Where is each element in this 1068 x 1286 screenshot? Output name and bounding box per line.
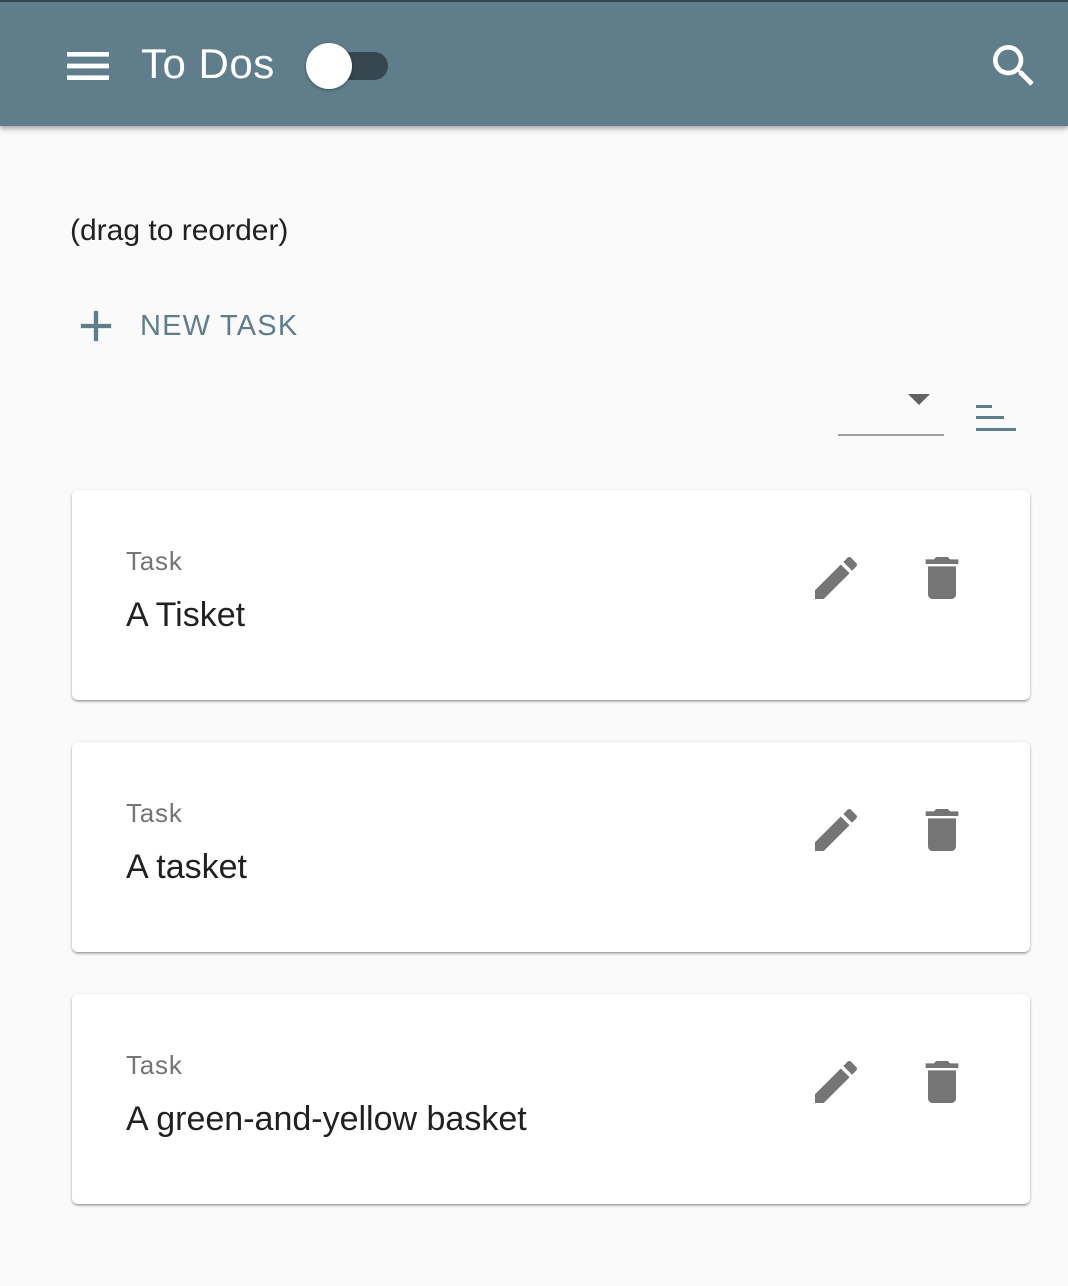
task-title: A Tisket — [126, 596, 246, 634]
delete-task-button[interactable] — [914, 550, 970, 606]
toggle-thumb — [306, 43, 352, 89]
sort-field-select[interactable] — [838, 382, 944, 436]
new-task-button[interactable]: NEW TASK — [70, 296, 312, 356]
trash-icon — [914, 1054, 970, 1110]
new-task-label: NEW TASK — [140, 309, 299, 342]
task-card[interactable]: Task A Tisket — [72, 490, 1030, 700]
delete-task-button[interactable] — [914, 1054, 970, 1110]
plus-icon — [70, 300, 122, 352]
task-title: A green-and-yellow basket — [126, 1100, 527, 1138]
search-button[interactable] — [986, 38, 1042, 94]
menu-icon — [60, 38, 116, 94]
search-icon — [986, 38, 1042, 94]
app-title: To Dos — [141, 40, 275, 87]
pencil-icon — [808, 550, 864, 606]
chevron-down-icon — [908, 394, 930, 405]
task-card[interactable]: Task A tasket — [72, 742, 1030, 952]
task-title: A tasket — [126, 848, 247, 886]
pencil-icon — [808, 1054, 864, 1110]
task-label: Task — [126, 1050, 183, 1080]
theme-toggle-switch[interactable] — [304, 42, 388, 90]
sort-icon — [970, 396, 1022, 444]
task-label: Task — [126, 546, 183, 576]
task-card[interactable]: Task A green-and-yellow basket — [72, 994, 1030, 1204]
edit-task-button[interactable] — [808, 1054, 864, 1110]
delete-task-button[interactable] — [914, 802, 970, 858]
pencil-icon — [808, 802, 864, 858]
trash-icon — [914, 550, 970, 606]
edit-task-button[interactable] — [808, 550, 864, 606]
app-bar: To Dos — [0, 0, 1068, 126]
trash-icon — [914, 802, 970, 858]
menu-button[interactable] — [60, 38, 116, 94]
sort-direction-button[interactable] — [970, 396, 1022, 444]
drag-hint: (drag to reorder) — [70, 214, 289, 247]
task-label: Task — [126, 798, 183, 828]
edit-task-button[interactable] — [808, 802, 864, 858]
